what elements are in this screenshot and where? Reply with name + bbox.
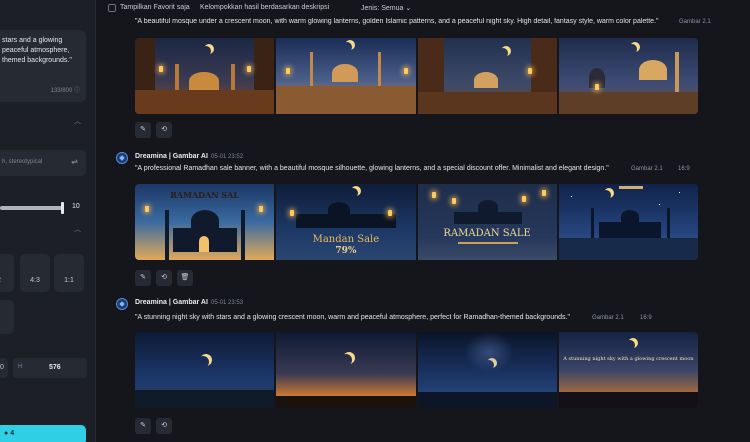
image-actions: ✎ ⟲ 🗑	[135, 270, 193, 286]
type-filter-dropdown[interactable]: Jenis: Semua ⌄	[361, 4, 411, 12]
edit-icon[interactable]: ✎	[135, 270, 151, 286]
delete-icon[interactable]: 🗑	[177, 270, 193, 286]
generated-image[interactable]	[558, 38, 698, 114]
ratio-option-1-1[interactable]: 1:1	[54, 254, 84, 292]
ratio-badge: 16:9	[640, 315, 652, 321]
regenerate-icon[interactable]: ⟲	[156, 122, 172, 138]
image-strip: A stunning night sky with a glowing cres…	[135, 332, 698, 408]
chevron-up-icon[interactable]: ︿	[74, 116, 81, 126]
edit-icon[interactable]: ✎	[135, 122, 151, 138]
regenerate-icon[interactable]: ⟲	[156, 418, 172, 434]
generated-image[interactable]	[276, 38, 416, 114]
regenerate-icon[interactable]: ⟲	[156, 270, 172, 286]
negative-prompt-text: h, stereotypical	[2, 159, 43, 165]
generated-image[interactable]	[135, 38, 275, 114]
favorites-checkbox[interactable]	[108, 4, 116, 12]
width-value: 0	[0, 364, 4, 371]
credit-icon: ●	[4, 430, 9, 437]
ratio-option[interactable]: 2	[0, 254, 14, 292]
image-actions: ✎ ⟲	[135, 418, 172, 434]
prompt-text: stars and a glowing peaceful atmosphere,…	[2, 37, 72, 64]
discount-text: 79%	[335, 246, 357, 256]
generation-time: 05-01 23:53	[211, 300, 244, 306]
quality-slider-thumb[interactable]	[61, 202, 64, 214]
edit-icon[interactable]: ✎	[135, 418, 151, 434]
banner-text: RAMADAN SAL	[170, 190, 240, 200]
generate-button[interactable]: ● 4	[0, 425, 86, 442]
prompt-textarea[interactable]: stars and a glowing peaceful atmosphere,…	[0, 30, 86, 102]
generation-author: Dreamina | Gambar AI	[135, 299, 208, 306]
ratio-option[interactable]: 6	[0, 300, 14, 334]
height-value: 576	[49, 364, 61, 371]
generated-image[interactable]: Mandan Sale 79%	[276, 184, 416, 260]
generation-author: Dreamina | Gambar AI	[135, 153, 208, 160]
generation-prompt: "A professional Ramadhan sale banner, wi…	[135, 165, 609, 172]
chevron-down-icon: ⌄	[405, 5, 412, 12]
char-count: 133/800 ⓘ	[50, 88, 80, 94]
results-toolbar: Tampilkan Favorit saja Kelompokkan hasil…	[96, 0, 750, 18]
settings-sidebar: stars and a glowing peaceful atmosphere,…	[0, 0, 96, 442]
image-strip: RAMADAN SAL Mandan Sale 79% RAMADAN SALE	[135, 184, 698, 260]
height-label: H	[18, 364, 23, 370]
dreamina-avatar-icon	[116, 298, 128, 310]
dreamina-avatar-icon	[116, 152, 128, 164]
info-icon: ⓘ	[73, 88, 80, 94]
generated-image[interactable]	[417, 38, 557, 114]
generated-image[interactable]: RAMADAN SALE	[417, 184, 557, 260]
negative-prompt-input[interactable]: h, stereotypical ⇌	[0, 150, 86, 176]
model-badge: Gambar 2.1	[592, 315, 624, 321]
quality-slider-value: 10	[72, 203, 80, 210]
favorites-filter-label[interactable]: Tampilkan Favorit saja	[120, 4, 190, 11]
ratio-badge: 16:9	[678, 166, 690, 172]
generated-image[interactable]	[135, 332, 275, 408]
generated-image[interactable]	[276, 332, 416, 408]
generated-image[interactable]: RAMADAN SAL	[135, 184, 275, 260]
banner-text: RAMADAN SALE	[443, 228, 531, 239]
model-badge: Gambar 2.1	[679, 19, 711, 25]
generation-prompt: "A beautiful mosque under a crescent moo…	[135, 18, 659, 25]
generation-prompt: "A stunning night sky with stars and a g…	[135, 314, 570, 321]
generated-image[interactable]: A stunning night sky with a glowing cres…	[558, 332, 698, 408]
generated-image[interactable]	[558, 184, 698, 260]
chevron-up-icon[interactable]: ︿	[74, 224, 81, 234]
ratio-option-4-3[interactable]: 4:3	[20, 254, 50, 292]
banner-text: Mandan Sale	[312, 234, 380, 245]
generation-feed: "A beautiful mosque under a crescent moo…	[96, 18, 750, 442]
generated-image[interactable]	[417, 332, 557, 408]
tune-icon[interactable]: ⇌	[71, 157, 78, 166]
model-badge: Gambar 2.1	[631, 166, 663, 172]
group-by-description-toggle[interactable]: Kelompokkan hasil berdasarkan deskripsi	[200, 4, 329, 11]
generation-time: 05-01 23:52	[211, 154, 244, 160]
image-actions: ✎ ⟲	[135, 122, 172, 138]
image-overlay-text: A stunning night sky with a glowing cres…	[563, 356, 694, 362]
quality-slider-track[interactable]	[0, 206, 62, 210]
image-strip	[135, 38, 698, 114]
